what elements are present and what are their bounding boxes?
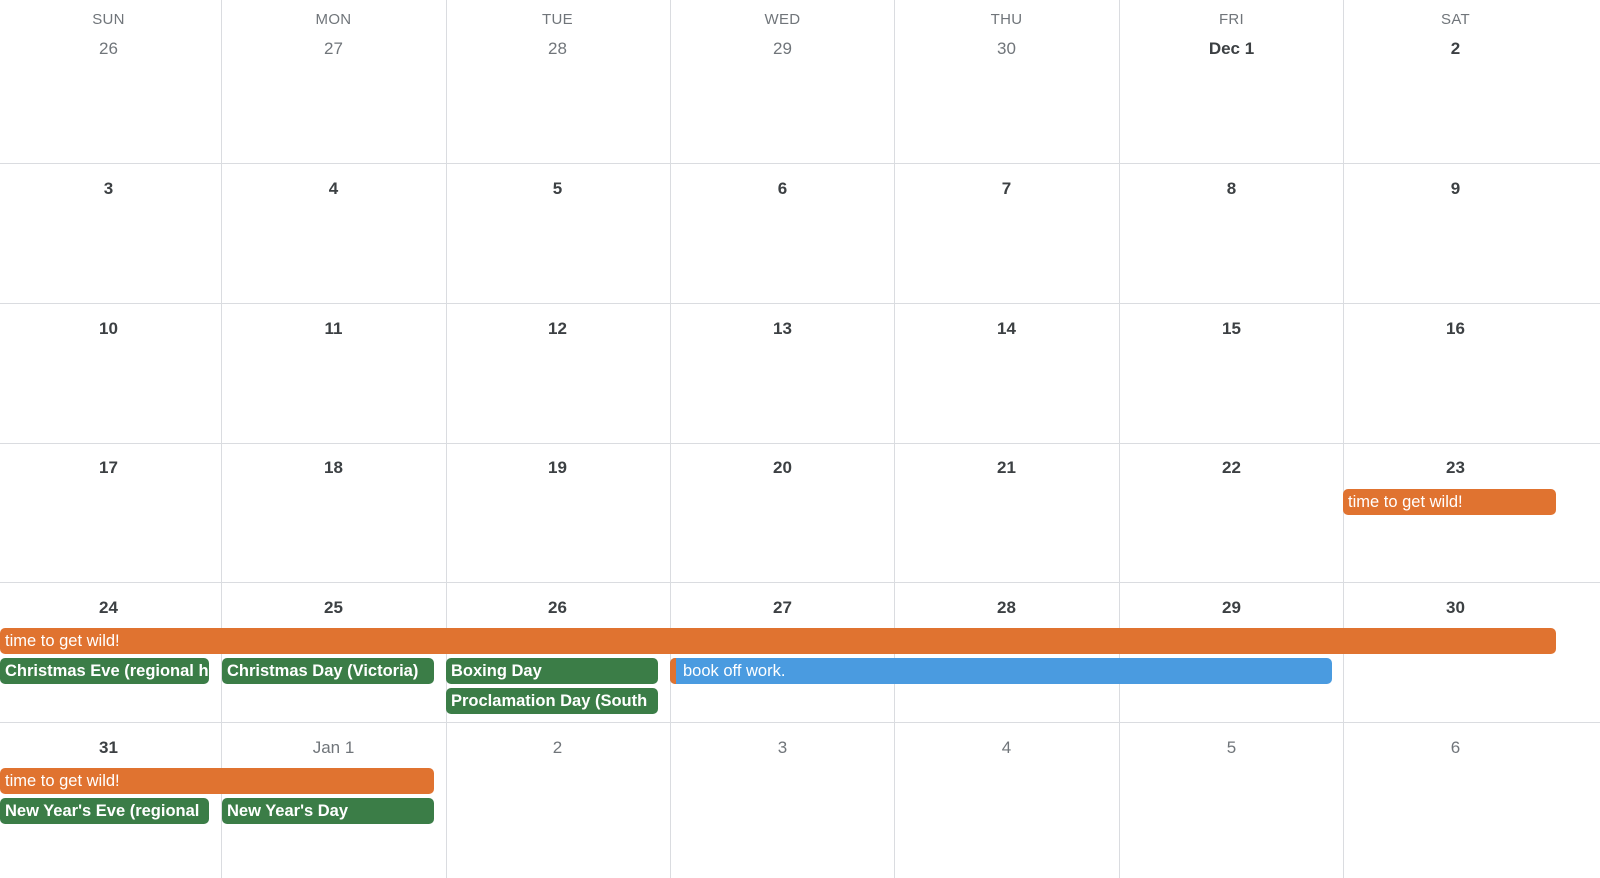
weekday-tue: TUE — [542, 11, 573, 28]
day-number[interactable]: 24 — [0, 598, 223, 618]
day-number[interactable]: 15 — [1117, 319, 1346, 339]
day-number[interactable]: 13 — [668, 319, 897, 339]
event-title: book off work. — [683, 662, 786, 680]
day-number[interactable]: 31 — [0, 738, 223, 758]
weekday-mon: MON — [315, 11, 352, 28]
event-chip[interactable]: Boxing Day — [446, 658, 658, 684]
event-chip[interactable]: book off work. — [670, 658, 1332, 684]
day-number[interactable]: 27 — [668, 598, 897, 618]
event-chip[interactable]: New Year's Day — [222, 798, 434, 824]
day-number[interactable]: 20 — [668, 458, 897, 478]
day-number[interactable]: 29 — [1117, 598, 1346, 618]
day-number[interactable]: 2 — [1341, 39, 1570, 59]
weekday-wed: WED — [764, 11, 801, 28]
day-number[interactable]: 6 — [1341, 738, 1570, 758]
day-number[interactable]: 28 — [443, 39, 672, 59]
weekday-fri: FRI — [1218, 11, 1245, 28]
day-number[interactable]: 14 — [892, 319, 1121, 339]
day-number[interactable]: 30 — [892, 39, 1121, 59]
day-number[interactable]: Dec 1 — [1117, 39, 1346, 59]
event-chip[interactable]: time to get wild! — [0, 628, 1556, 654]
day-number[interactable]: 25 — [219, 598, 448, 618]
day-number[interactable]: 18 — [219, 458, 448, 478]
day-number[interactable]: Jan 1 — [219, 738, 448, 758]
day-number[interactable]: 4 — [892, 738, 1121, 758]
day-number[interactable]: 16 — [1341, 319, 1570, 339]
row-divider — [0, 443, 1600, 444]
weekday-thu: THU — [990, 11, 1023, 28]
row-divider — [0, 303, 1600, 304]
day-number[interactable]: 12 — [443, 319, 672, 339]
day-number[interactable]: 5 — [1117, 738, 1346, 758]
event-chip[interactable]: Proclamation Day (South — [446, 688, 658, 714]
weekday-sat: SAT — [1441, 11, 1470, 28]
row-divider — [0, 163, 1600, 164]
day-number[interactable]: 30 — [1341, 598, 1570, 618]
day-number[interactable]: 3 — [668, 738, 897, 758]
day-number[interactable]: 3 — [0, 179, 223, 199]
day-number[interactable]: 23 — [1341, 458, 1570, 478]
day-number[interactable]: 4 — [219, 179, 448, 199]
month-calendar: SUN MON TUE WED THU FRI SAT 26 27 28 29 … — [0, 0, 1600, 878]
event-chip[interactable]: New Year's Eve (regional — [0, 798, 209, 824]
day-number[interactable]: 8 — [1117, 179, 1346, 199]
event-chip[interactable]: Christmas Eve (regional h — [0, 658, 209, 684]
day-number[interactable]: 17 — [0, 458, 223, 478]
event-chip[interactable]: Christmas Day (Victoria) — [222, 658, 434, 684]
event-color-accent — [670, 658, 676, 684]
row-divider — [0, 582, 1600, 583]
day-number[interactable]: 22 — [1117, 458, 1346, 478]
day-number[interactable]: 7 — [892, 179, 1121, 199]
day-number[interactable]: 21 — [892, 458, 1121, 478]
day-number[interactable]: 10 — [0, 319, 223, 339]
day-number[interactable]: 11 — [219, 319, 448, 339]
day-number[interactable]: 6 — [668, 179, 897, 199]
day-number[interactable]: 19 — [443, 458, 672, 478]
event-chip[interactable]: time to get wild! — [0, 768, 434, 794]
day-number[interactable]: 5 — [443, 179, 672, 199]
day-number[interactable]: 26 — [443, 598, 672, 618]
day-number[interactable]: 26 — [0, 39, 223, 59]
event-chip[interactable]: time to get wild! — [1343, 489, 1556, 515]
day-number[interactable]: 28 — [892, 598, 1121, 618]
day-number[interactable]: 29 — [668, 39, 897, 59]
day-number[interactable]: 27 — [219, 39, 448, 59]
day-number[interactable]: 9 — [1341, 179, 1570, 199]
weekday-sun: SUN — [92, 11, 125, 28]
day-number[interactable]: 2 — [443, 738, 672, 758]
row-divider — [0, 722, 1600, 723]
